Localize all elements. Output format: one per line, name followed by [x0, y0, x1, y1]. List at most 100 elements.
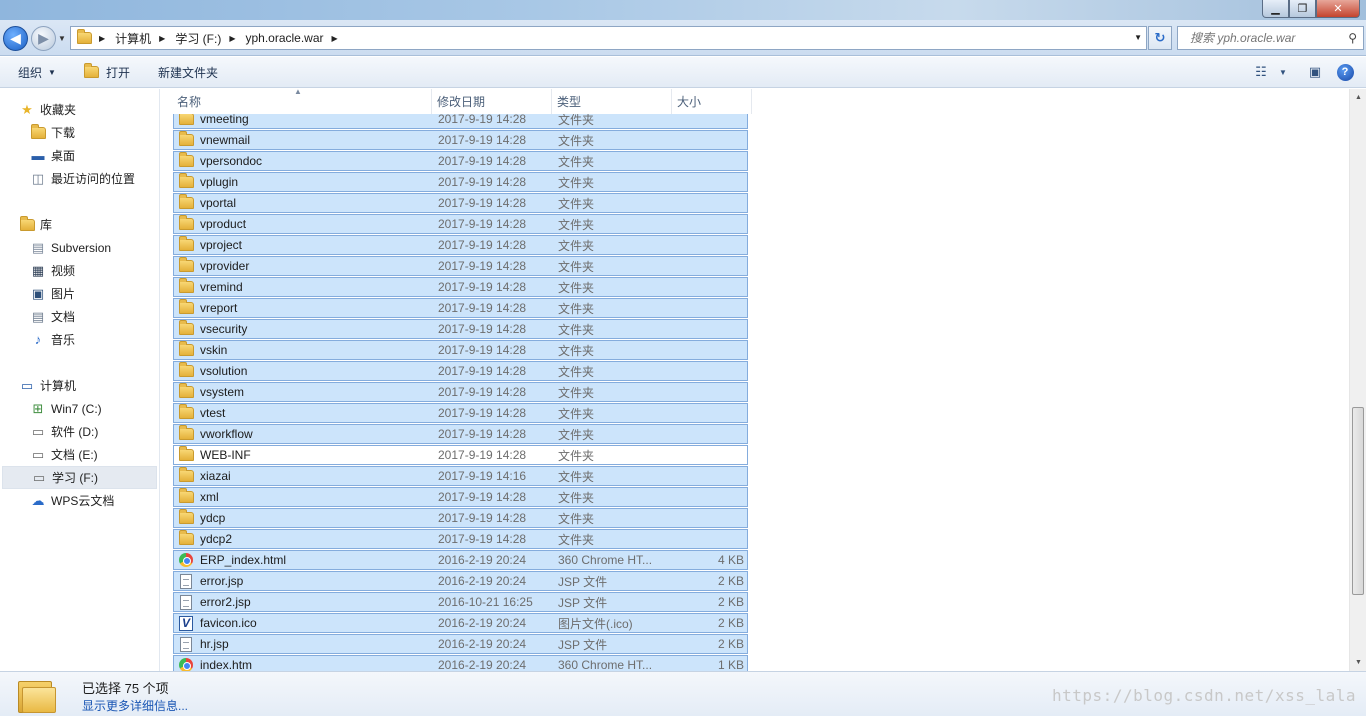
file-date: 2016-2-19 20:24	[438, 637, 527, 651]
breadcrumb-separator-icon[interactable]: ▶	[328, 34, 344, 43]
nav-label: 计算机	[40, 379, 77, 393]
file-name: vmeeting	[200, 114, 249, 126]
forward-button[interactable]: ▶	[31, 26, 56, 51]
file-row[interactable]: vtest 2017-9-19 14:28 文件夹	[173, 403, 748, 423]
maximize-button[interactable]: ❐	[1289, 0, 1316, 18]
nav-item-music[interactable]: ♪ 音乐	[0, 328, 158, 351]
nav-item-desktop[interactable]: ▬ 桌面	[0, 144, 158, 167]
breadcrumb-separator-icon[interactable]: ▶	[225, 34, 241, 43]
breadcrumb-current-folder[interactable]: yph.oracle.war	[241, 27, 327, 49]
column-header-type[interactable]: 类型	[552, 89, 672, 114]
back-button[interactable]: ◀	[3, 26, 28, 51]
file-size: 2 KB	[717, 595, 744, 609]
nav-item-drive-e[interactable]: ▭ 文档 (E:)	[0, 443, 158, 466]
nav-item-pictures[interactable]: ▣ 图片	[0, 282, 158, 305]
breadcrumb-separator-icon[interactable]: ▶	[95, 34, 111, 43]
refresh-button[interactable]: ↻	[1148, 26, 1172, 50]
search-input[interactable]	[1190, 31, 1340, 45]
show-more-details-link[interactable]: 显示更多详细信息...	[82, 697, 188, 714]
organize-label: 组织	[18, 65, 43, 80]
vertical-scrollbar[interactable]: ▲ ▼	[1349, 89, 1366, 671]
nav-item-subversion[interactable]: ▤ Subversion	[0, 236, 158, 259]
file-name: xml	[200, 490, 219, 504]
file-row[interactable]: vsolution 2017-9-19 14:28 文件夹	[173, 361, 748, 381]
nav-favorites[interactable]: ★ 收藏夹	[0, 98, 158, 121]
file-row[interactable]: error2.jsp 2016-10-21 16:25 JSP 文件 2 KB	[173, 592, 748, 612]
view-dropdown-icon[interactable]: ▼	[1276, 61, 1290, 83]
nav-computer[interactable]: ▭ 计算机	[0, 374, 158, 397]
file-row[interactable]: ydcp 2017-9-19 14:28 文件夹	[173, 508, 748, 528]
breadcrumb-separator-icon[interactable]: ▶	[155, 34, 171, 43]
nav-label: 最近访问的位置	[51, 172, 136, 186]
nav-item-videos[interactable]: ▦ 视频	[0, 259, 158, 282]
file-row[interactable]: vremind 2017-9-19 14:28 文件夹	[173, 277, 748, 297]
file-row[interactable]: vportal 2017-9-19 14:28 文件夹	[173, 193, 748, 213]
nav-label: 学习 (F:)	[52, 471, 98, 485]
file-row[interactable]: vsecurity 2017-9-19 14:28 文件夹	[173, 319, 748, 339]
minimize-button[interactable]: ▁	[1262, 0, 1289, 18]
scroll-down-icon[interactable]: ▼	[1350, 654, 1366, 671]
recent-pages-dropdown[interactable]: ▼	[58, 34, 66, 43]
folder-icon	[178, 131, 194, 147]
preview-pane-icon[interactable]: ▣	[1300, 61, 1330, 83]
open-folder-icon	[84, 63, 100, 79]
search-icon[interactable]: ⚲	[1348, 31, 1357, 45]
file-row[interactable]: vreport 2017-9-19 14:28 文件夹	[173, 298, 748, 318]
folder-icon	[178, 509, 194, 525]
refresh-icon: ↻	[1154, 30, 1166, 45]
column-header-size[interactable]: 大小	[672, 89, 752, 114]
file-name-cell: vplugin	[174, 173, 434, 189]
new-folder-button[interactable]: 新建文件夹	[152, 61, 224, 83]
file-row[interactable]: xml 2017-9-19 14:28 文件夹	[173, 487, 748, 507]
file-row[interactable]: vproject 2017-9-19 14:28 文件夹	[173, 235, 748, 255]
file-row[interactable]: vsystem 2017-9-19 14:28 文件夹	[173, 382, 748, 402]
folder-icon	[178, 446, 194, 462]
file-row[interactable]: ydcp2 2017-9-19 14:28 文件夹	[173, 529, 748, 549]
file-row[interactable]: vprovider 2017-9-19 14:28 文件夹	[173, 256, 748, 276]
nav-item-drive-f[interactable]: ▭ 学习 (F:)	[2, 466, 157, 489]
file-row[interactable]: hr.jsp 2016-2-19 20:24 JSP 文件 2 KB	[173, 634, 748, 654]
nav-item-documents[interactable]: ▤ 文档	[0, 305, 158, 328]
address-dropdown-icon[interactable]: ▼	[1134, 33, 1142, 42]
file-row[interactable]: vmeeting 2017-9-19 14:28 文件夹	[173, 114, 748, 129]
file-row[interactable]: xiazai 2017-9-19 14:16 文件夹	[173, 466, 748, 486]
file-row[interactable]: vplugin 2017-9-19 14:28 文件夹	[173, 172, 748, 192]
file-name: vtest	[200, 406, 226, 420]
search-box[interactable]: ⚲	[1177, 26, 1364, 50]
nav-libraries[interactable]: 库	[0, 213, 158, 236]
file-row[interactable]: vproduct 2017-9-19 14:28 文件夹	[173, 214, 748, 234]
breadcrumb-computer[interactable]: 计算机	[111, 27, 155, 49]
nav-item-recent-places[interactable]: ◫ 最近访问的位置	[0, 167, 158, 190]
file-row[interactable]: error.jsp 2016-2-19 20:24 JSP 文件 2 KB	[173, 571, 748, 591]
file-row[interactable]: ERP_index.html 2016-2-19 20:24 360 Chrome …	[173, 550, 748, 570]
column-header-date[interactable]: 修改日期	[432, 89, 552, 114]
breadcrumb-drive-f[interactable]: 学习 (F:)	[171, 27, 225, 49]
nav-item-downloads[interactable]: 下载	[0, 121, 158, 144]
document-icon	[178, 573, 194, 589]
scroll-up-icon[interactable]: ▲	[1350, 89, 1366, 106]
help-button[interactable]: ?	[1330, 61, 1360, 83]
nav-item-drive-d[interactable]: ▭ 软件 (D:)	[0, 420, 158, 443]
file-row[interactable]: Vfavicon.ico 2016-2-19 20:24 图片文件(.ico) 2 K…	[173, 613, 748, 633]
file-row[interactable]: vskin 2017-9-19 14:28 文件夹	[173, 340, 748, 360]
file-name: vremind	[200, 280, 243, 294]
breadcrumb[interactable]: ▶ 计算机 ▶ 学习 (F:) ▶ yph.oracle.war ▶ ▼	[70, 26, 1147, 50]
file-name: vsystem	[200, 385, 245, 399]
file-row[interactable]: vworkflow 2017-9-19 14:28 文件夹	[173, 424, 748, 444]
nav-item-wps-cloud[interactable]: ☁ WPS云文档	[0, 489, 158, 512]
scrollbar-thumb[interactable]	[1352, 407, 1364, 595]
close-button[interactable]: ✕	[1316, 0, 1360, 18]
file-row[interactable]: vnewmail 2017-9-19 14:28 文件夹	[173, 130, 748, 150]
nav-item-drive-c[interactable]: ⊞ Win7 (C:)	[0, 397, 158, 420]
column-header-name[interactable]: ▲ 名称	[172, 87, 432, 114]
organize-button[interactable]: 组织 ▼	[12, 61, 62, 83]
file-size: 1 KB	[717, 658, 744, 671]
file-row[interactable]: vpersondoc 2017-9-19 14:28 文件夹	[173, 151, 748, 171]
file-name-cell: error.jsp	[174, 573, 434, 589]
file-row[interactable]: WEB-INF 2017-9-19 14:28 文件夹	[173, 445, 748, 465]
view-options-icon[interactable]: ☷	[1246, 61, 1276, 83]
back-arrow-icon: ◀	[10, 30, 21, 46]
file-row[interactable]: index.htm 2016-2-19 20:24 360 Chrome HT...…	[173, 655, 748, 671]
file-name: xiazai	[200, 469, 231, 483]
open-button[interactable]: 打开	[78, 61, 136, 83]
